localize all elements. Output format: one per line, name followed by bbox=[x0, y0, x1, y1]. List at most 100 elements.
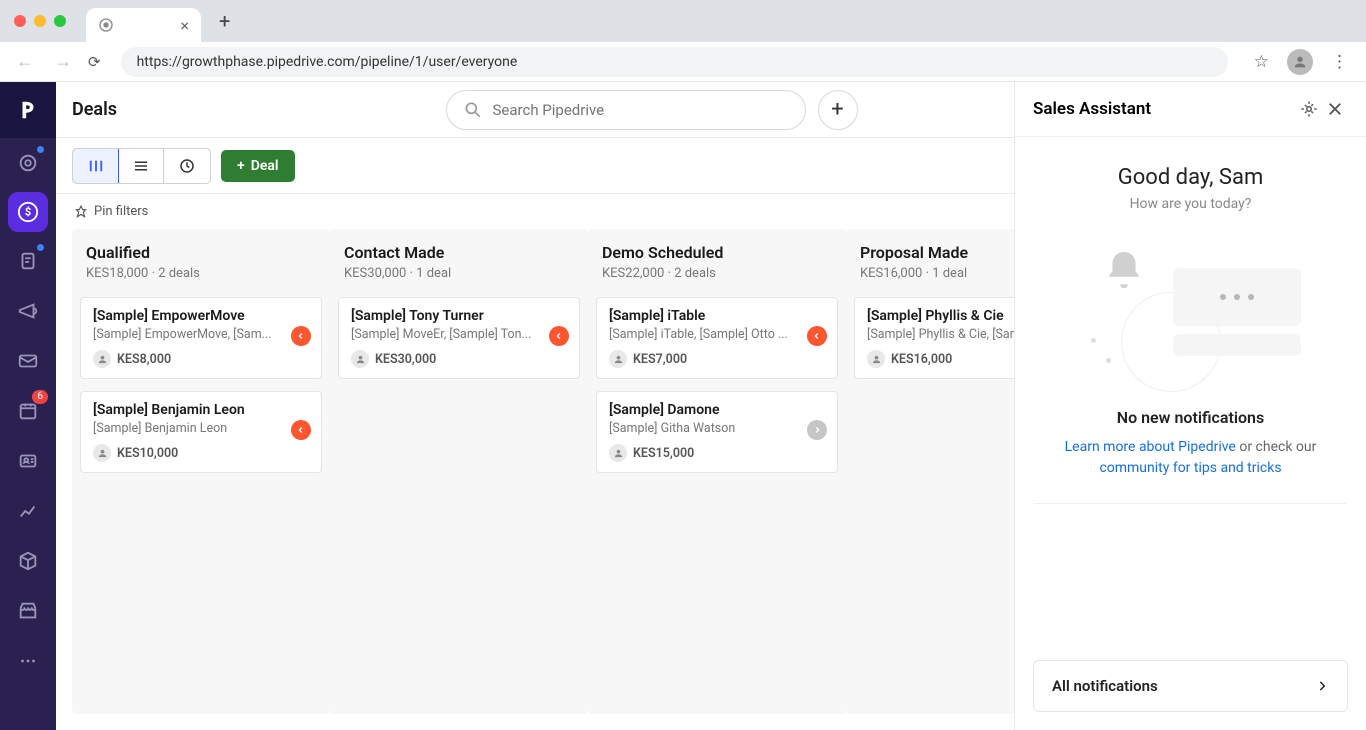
deal-card[interactable]: [Sample] Tony Turner [Sample] MoveEr, [S… bbox=[338, 297, 580, 379]
pipedrive-logo[interactable] bbox=[0, 82, 56, 138]
sidebar-item-deals[interactable]: $ bbox=[8, 192, 48, 232]
deal-subtitle: [Sample] EmpowerMove, [Sam... bbox=[93, 327, 278, 342]
sidebar-item-mail[interactable] bbox=[0, 336, 56, 386]
pin-filters-label: Pin filters bbox=[94, 204, 148, 219]
pipeline-stage: Contact Made KES30,000 · 1 deal [Sample]… bbox=[330, 229, 588, 714]
sidebar-item-products[interactable] bbox=[0, 536, 56, 586]
nav-forward-icon[interactable]: → bbox=[50, 47, 76, 76]
deal-amount: KES10,000 bbox=[117, 446, 178, 461]
sidebar-item-marketplace[interactable] bbox=[0, 586, 56, 636]
deal-subtitle: [Sample] iTable, [Sample] Otto ... bbox=[609, 327, 794, 342]
deal-amount: KES30,000 bbox=[375, 352, 436, 367]
deal-title: [Sample] EmpowerMove bbox=[93, 308, 309, 324]
community-link[interactable]: community for tips and tricks bbox=[1099, 460, 1281, 476]
stage-subtotal: KES18,000 · 2 deals bbox=[86, 266, 316, 281]
status-overdue-icon bbox=[807, 326, 827, 346]
deal-card[interactable]: [Sample] Benjamin Leon [Sample] Benjamin… bbox=[80, 391, 322, 473]
list-view-button[interactable] bbox=[118, 149, 164, 183]
new-tab-button[interactable]: + bbox=[211, 5, 238, 37]
sidebar-item-contacts[interactable] bbox=[0, 436, 56, 486]
search-input[interactable] bbox=[493, 101, 789, 119]
plus-icon: + bbox=[237, 158, 245, 174]
more-icon bbox=[17, 650, 39, 672]
pipeline-view-button[interactable] bbox=[72, 148, 119, 184]
deal-card[interactable]: [Sample] Damone [Sample] Githa Watson KE… bbox=[596, 391, 838, 473]
tab-bar: × + bbox=[0, 0, 1366, 42]
chrome-menu-icon[interactable]: ⋮ bbox=[1325, 46, 1354, 78]
owner-avatar-icon bbox=[93, 444, 111, 462]
url-bar[interactable]: https://growthphase.pipedrive.com/pipeli… bbox=[121, 47, 1228, 77]
store-icon bbox=[17, 600, 39, 622]
deal-subtitle: [Sample] Benjamin Leon bbox=[93, 421, 278, 436]
box-icon bbox=[17, 550, 39, 572]
assistant-close-icon[interactable] bbox=[1322, 96, 1348, 122]
chart-icon bbox=[17, 500, 39, 522]
status-next-icon bbox=[807, 420, 827, 440]
stage-title: Demo Scheduled bbox=[602, 243, 832, 262]
stage-subtotal: KES30,000 · 1 deal bbox=[344, 266, 574, 281]
sidebar-item-activities[interactable]: 6 bbox=[0, 386, 56, 436]
stage-subtotal: KES22,000 · 2 deals bbox=[602, 266, 832, 281]
assistant-title: Sales Assistant bbox=[1033, 99, 1296, 119]
pipeline-stage: Demo Scheduled KES22,000 · 2 deals [Samp… bbox=[588, 229, 846, 714]
quick-add-button[interactable]: + bbox=[818, 90, 858, 130]
add-deal-button[interactable]: + Deal bbox=[221, 150, 295, 182]
deal-subtitle: [Sample] MoveEr, [Sample] Ton... bbox=[351, 327, 536, 342]
deal-footer: KES15,000 bbox=[609, 444, 825, 462]
deal-subtitle: [Sample] Githa Watson bbox=[609, 421, 794, 436]
assistant-illustration bbox=[1081, 248, 1301, 388]
owner-avatar-icon bbox=[867, 350, 885, 368]
window-maximize[interactable] bbox=[54, 15, 66, 27]
deal-footer: KES7,000 bbox=[609, 350, 825, 368]
sidebar-item-campaigns[interactable] bbox=[0, 286, 56, 336]
svg-text:$: $ bbox=[25, 206, 31, 219]
url-text: https://growthphase.pipedrive.com/pipeli… bbox=[137, 54, 518, 70]
deal-card[interactable]: [Sample] EmpowerMove [Sample] EmpowerMov… bbox=[80, 297, 322, 379]
window-minimize[interactable] bbox=[34, 15, 46, 27]
owner-avatar-icon bbox=[609, 350, 627, 368]
deal-button-label: Deal bbox=[251, 158, 279, 174]
window-close[interactable] bbox=[14, 15, 26, 27]
megaphone-icon bbox=[17, 300, 39, 322]
deal-footer: KES10,000 bbox=[93, 444, 309, 462]
sidebar-item-insights[interactable] bbox=[0, 486, 56, 536]
assistant-settings-icon[interactable] bbox=[1296, 96, 1322, 122]
deal-card[interactable]: [Sample] iTable [Sample] iTable, [Sample… bbox=[596, 297, 838, 379]
bookmark-star-icon[interactable]: ☆ bbox=[1248, 46, 1275, 78]
owner-avatar-icon bbox=[609, 444, 627, 462]
nav-back-icon[interactable]: ← bbox=[12, 47, 38, 76]
search-box[interactable] bbox=[446, 90, 806, 130]
deal-title: [Sample] iTable bbox=[609, 308, 825, 324]
deal-amount: KES15,000 bbox=[633, 446, 694, 461]
main-content: Deals + S +Deal KES117,000 · bbox=[56, 82, 1366, 730]
sidebar-item-leads[interactable] bbox=[0, 138, 56, 188]
tab-close-icon[interactable]: × bbox=[180, 16, 189, 35]
stage-header: Qualified KES18,000 · 2 deals bbox=[72, 229, 330, 291]
all-notifications-button[interactable]: All notifications bbox=[1033, 660, 1348, 712]
deal-amount: KES8,000 bbox=[117, 352, 171, 367]
notifications-help-text: Learn more about Pipedrive or check our … bbox=[1035, 437, 1346, 479]
browser-tab[interactable]: × bbox=[86, 8, 201, 42]
notification-dot bbox=[37, 146, 44, 153]
owner-avatar-icon bbox=[351, 350, 369, 368]
badge-count: 6 bbox=[32, 390, 48, 404]
chrome-profile-icon[interactable] bbox=[1287, 49, 1313, 75]
pipeline-stage: Qualified KES18,000 · 2 deals [Sample] E… bbox=[72, 229, 330, 714]
chrome-tab-icon bbox=[98, 17, 114, 33]
sidebar-item-projects[interactable] bbox=[0, 236, 56, 286]
learn-more-link[interactable]: Learn more about Pipedrive bbox=[1065, 439, 1236, 455]
chevron-right-icon bbox=[1315, 679, 1329, 693]
reload-icon[interactable]: ⟳ bbox=[88, 53, 101, 71]
owner-avatar-icon bbox=[93, 350, 111, 368]
bell-icon bbox=[1101, 248, 1147, 294]
status-overdue-icon bbox=[291, 326, 311, 346]
stage-header: Demo Scheduled KES22,000 · 2 deals bbox=[588, 229, 846, 291]
page-title: Deals bbox=[72, 99, 117, 120]
stage-header: Contact Made KES30,000 · 1 deal bbox=[330, 229, 588, 291]
forecast-view-button[interactable] bbox=[164, 149, 210, 183]
view-toggle bbox=[72, 148, 211, 184]
sidebar-item-more[interactable] bbox=[0, 636, 56, 686]
assistant-greeting-sub: How are you today? bbox=[1035, 196, 1346, 212]
mail-icon bbox=[17, 350, 39, 372]
status-overdue-icon bbox=[291, 420, 311, 440]
